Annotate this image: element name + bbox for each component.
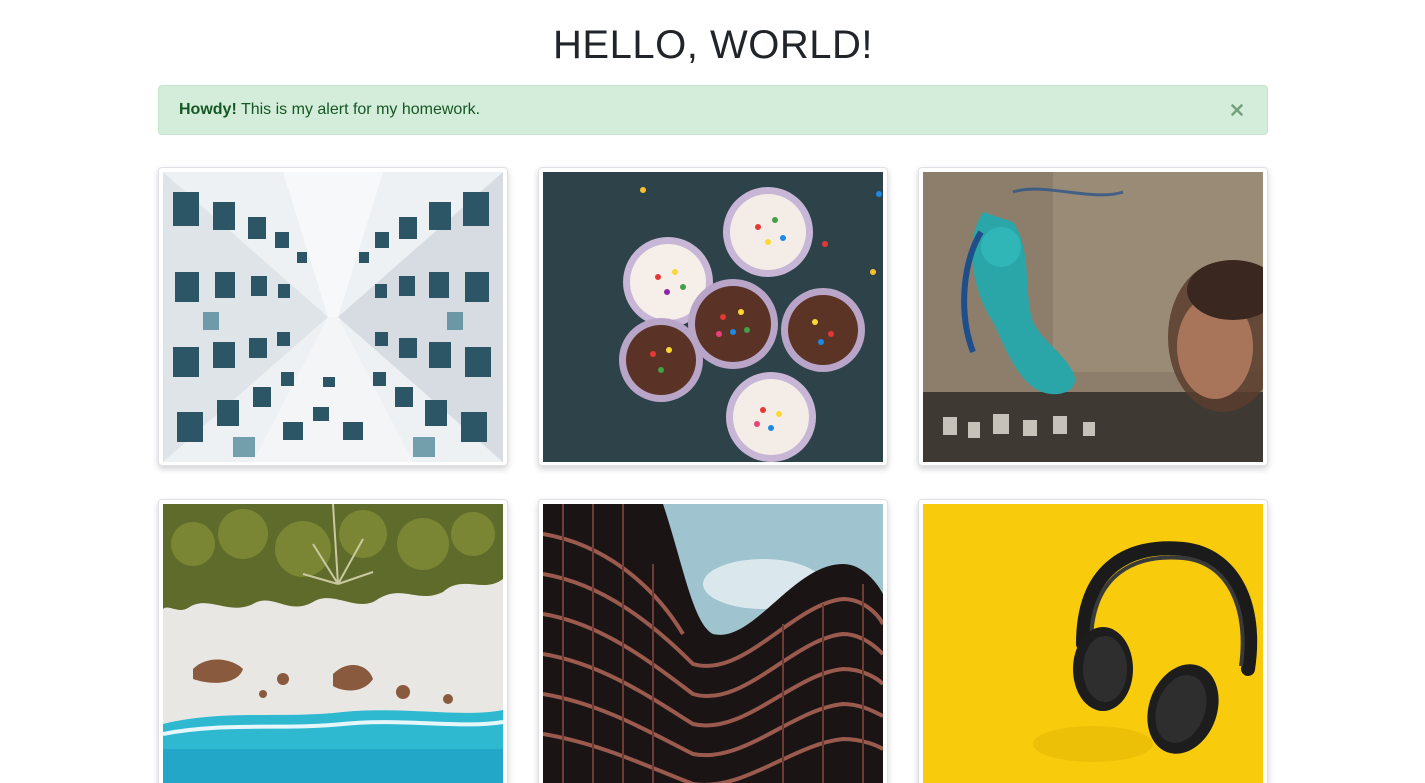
close-icon xyxy=(1231,104,1243,116)
alert-close-button[interactable] xyxy=(1227,86,1247,134)
photo-card[interactable] xyxy=(538,167,888,466)
architecture-building-photo xyxy=(163,172,503,462)
photo-card[interactable] xyxy=(918,167,1268,466)
page-title: HELLO, WORLD! xyxy=(553,23,873,67)
cupcakes-photo xyxy=(543,172,883,462)
alert-message: This is my alert for my homework. xyxy=(236,101,481,118)
photo-card[interactable] xyxy=(158,499,508,783)
success-alert: Howdy! This is my alert for my homework. xyxy=(158,85,1268,135)
curved-building-photo xyxy=(543,504,883,783)
alert-strong-text: Howdy! xyxy=(179,101,237,118)
aerial-beach-photo xyxy=(163,504,503,783)
photo-card[interactable] xyxy=(538,499,888,783)
photo-card[interactable] xyxy=(918,499,1268,783)
main-container: HELLO, WORLD! Howdy! This is my alert fo… xyxy=(158,0,1268,783)
photo-card[interactable] xyxy=(158,167,508,466)
street-art-mural-photo xyxy=(923,172,1263,462)
headphones-photo xyxy=(923,504,1263,783)
